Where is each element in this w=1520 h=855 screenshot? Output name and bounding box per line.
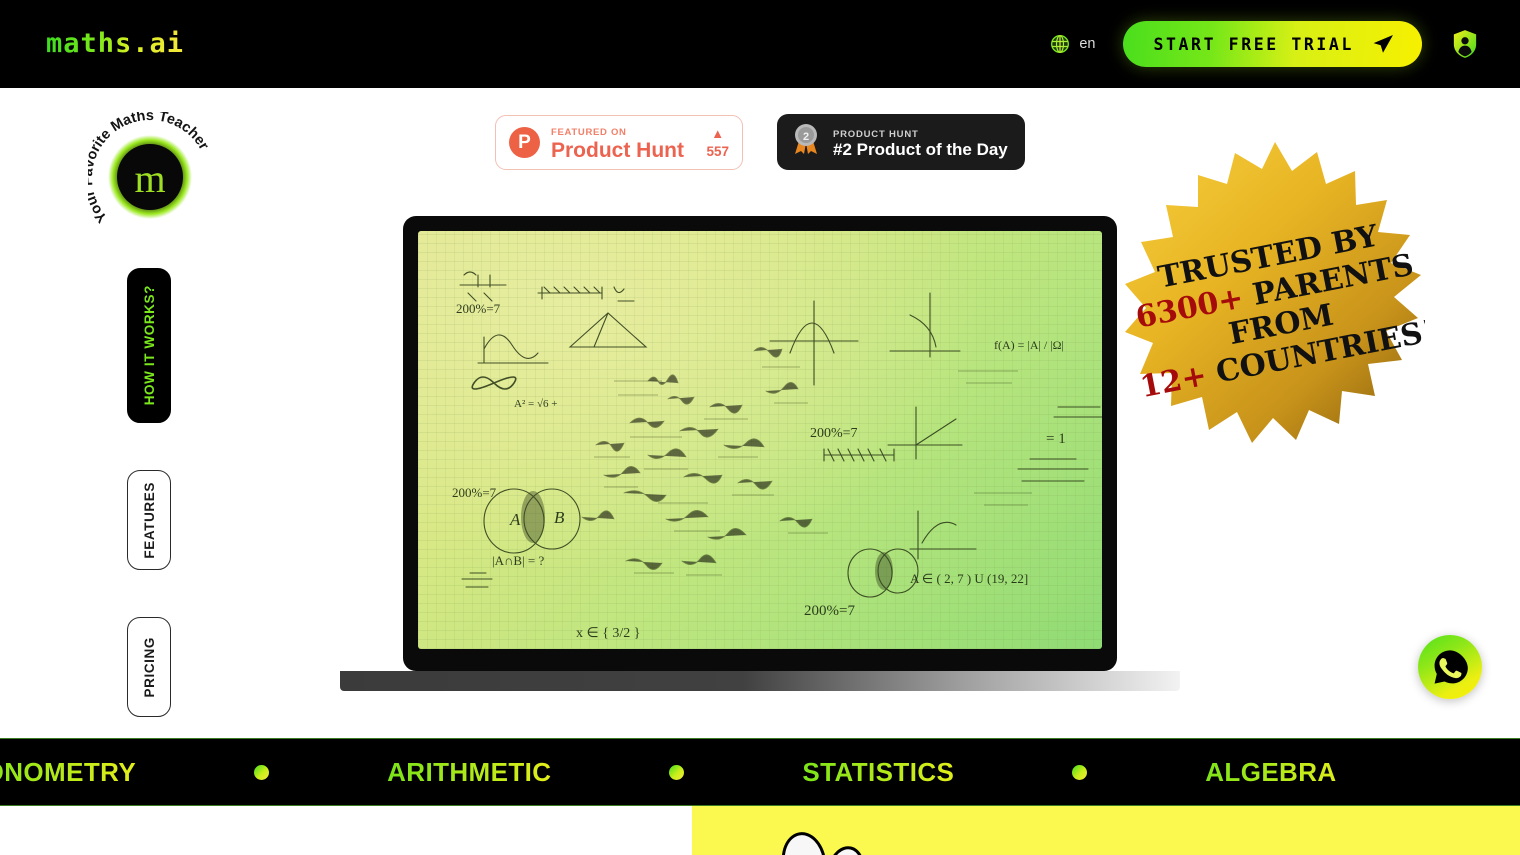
svg-text:= 1: = 1 (1046, 431, 1066, 447)
send-plane-icon (1370, 32, 1396, 56)
marquee-item: STATISTICS (684, 757, 1072, 788)
globe-icon (1050, 34, 1070, 54)
circular-brand-stamp: m Your Favorite Maths Teacher (88, 112, 212, 242)
language-switcher[interactable]: en (1050, 34, 1095, 54)
upvote-group: ▲ 557 (706, 125, 729, 161)
dot-icon (669, 764, 685, 780)
brand-logo[interactable]: maths.ai (46, 28, 184, 59)
badge-title: Product Hunt (551, 138, 684, 162)
medal-icon: 2 (791, 123, 821, 162)
svg-text:200%=7: 200%=7 (452, 485, 497, 500)
sidebar-item-features[interactable]: FEATURES (127, 470, 171, 570)
badge-title: #2 Product of the Day (833, 140, 1008, 160)
laptop-lid: 200%=7 200%=7 200%=7 200%=7 A B |A∩B| = … (403, 216, 1117, 671)
marquee-item: ALGEBRA (1087, 757, 1454, 788)
whatsapp-icon (1431, 648, 1469, 686)
start-free-trial-button[interactable]: START FREE TRIAL (1123, 21, 1422, 67)
marquee-item: GONOMETRY (0, 757, 254, 788)
below-fold-section (0, 806, 1520, 855)
svg-text:|A∩B| = ?: |A∩B| = ? (492, 553, 544, 568)
marquee-track: GONOMETRY ARITHMETIC STATISTICS ALGEBRA (0, 739, 1455, 805)
whatsapp-float-button[interactable] (1418, 635, 1482, 699)
svg-text:f(A) = |A| / |Ω|: f(A) = |A| / |Ω| (994, 338, 1064, 352)
account-shield-icon[interactable] (1422, 29, 1520, 59)
svg-text:A: A (509, 510, 521, 529)
dot-icon (254, 764, 270, 780)
svg-text:A ∈ ( 2, 7 ) U (19, 22]: A ∈ ( 2, 7 ) U (19, 22] (910, 571, 1028, 586)
sidebar-item-label: FEATURES (141, 481, 157, 559)
product-hunt-featured-badge[interactable]: P FEATURED ON Product Hunt ▲ 557 (495, 115, 743, 170)
dot-icon (1072, 764, 1088, 780)
sidebar-item-label: PRICING (141, 636, 157, 698)
sidebar-item-label: HOW IT WORKS? (141, 285, 157, 406)
laptop-mockup: 200%=7 200%=7 200%=7 200%=7 A B |A∩B| = … (340, 216, 1180, 691)
sidebar-item-pricing[interactable]: PRICING (127, 617, 171, 717)
svg-text:A² = √6 +: A² = √6 + (514, 398, 557, 410)
sidebar-item-how-it-works[interactable]: HOW IT WORKS? (127, 268, 171, 423)
svg-text:200%=7: 200%=7 (804, 603, 855, 619)
handwritten-maths-artwork: 200%=7 200%=7 200%=7 200%=7 A B |A∩B| = … (452, 271, 1102, 641)
vertical-sidenav: HOW IT WORKS? FEATURES PRICING (127, 268, 171, 717)
ear-right-icon (823, 842, 869, 855)
svg-text:200%=7: 200%=7 (456, 301, 501, 316)
svg-text:B: B (554, 508, 565, 527)
language-label: en (1079, 36, 1096, 52)
marquee-item: ARITHMETIC (269, 757, 669, 788)
upvote-count: 557 (706, 143, 729, 159)
product-hunt-rank-badge[interactable]: 2 PRODUCT HUNT #2 Product of the Day (777, 114, 1025, 170)
page-root: maths.ai en START FREE TRIAL m Yo rite M… (0, 0, 1520, 855)
subjects-marquee: GONOMETRY ARITHMETIC STATISTICS ALGEBRA (0, 738, 1520, 806)
cta-label: START FREE TRIAL (1153, 34, 1354, 54)
svg-text:200%=7: 200%=7 (810, 426, 858, 441)
site-header: maths.ai en START FREE TRIAL (0, 0, 1520, 88)
upvote-caret-icon: ▲ (711, 125, 725, 141)
svg-text:m: m (134, 156, 165, 201)
svg-text:x ∈ { 3/2 }: x ∈ { 3/2 } (576, 626, 641, 641)
badge-kicker: FEATURED ON (551, 127, 627, 139)
product-hunt-rank-text: PRODUCT HUNT #2 Product of the Day (833, 124, 1008, 160)
badge-kicker: PRODUCT HUNT (833, 128, 919, 140)
trusted-by-starburst-badge: TRUSTED BY 6300+ PARENTS FROM 12+ COUNTR… (1125, 138, 1425, 448)
yellow-feature-card (692, 806, 1520, 855)
product-hunt-text: FEATURED ON Product Hunt (551, 123, 684, 162)
laptop-base (340, 671, 1180, 691)
product-hunt-logo-icon: P (509, 127, 540, 158)
svg-text:2: 2 (803, 131, 809, 143)
laptop-screen: 200%=7 200%=7 200%=7 200%=7 A B |A∩B| = … (418, 231, 1102, 649)
ear-left-icon (777, 828, 831, 855)
header-actions: en START FREE TRIAL (1050, 0, 1520, 88)
